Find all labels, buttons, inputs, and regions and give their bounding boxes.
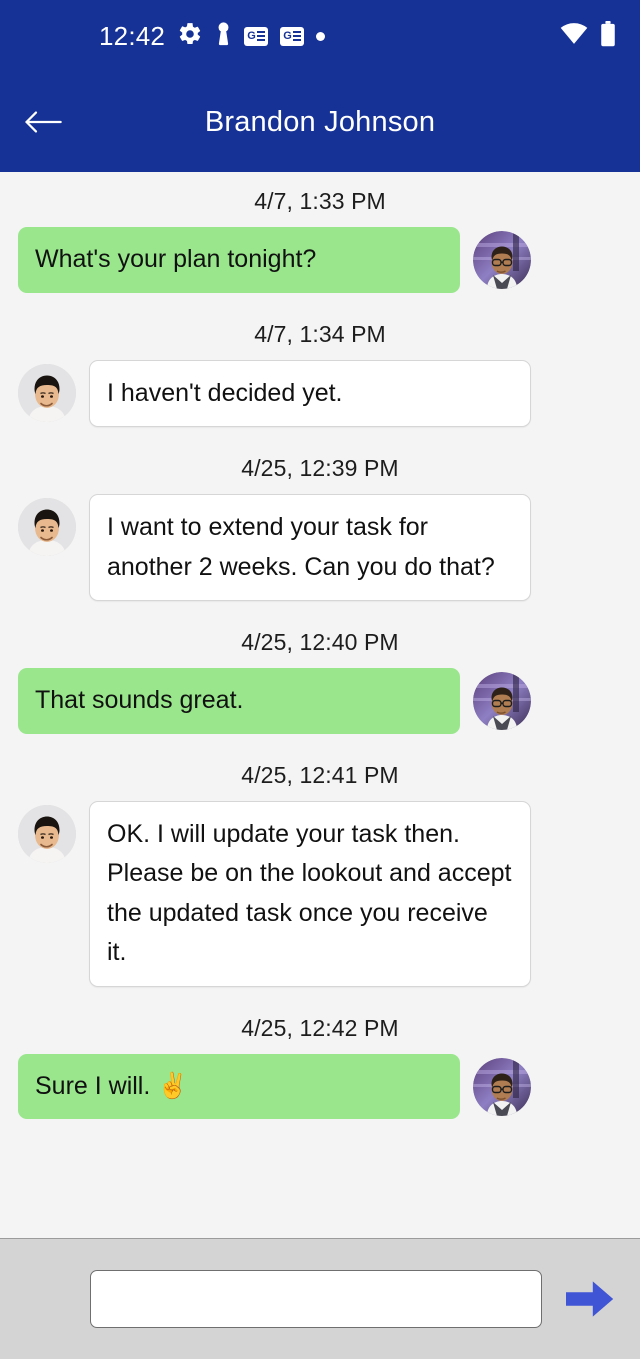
app-header: 12:42 G G Brandon Johnson bbox=[0, 0, 640, 172]
message-group: 4/25, 12:42 PM Sure I will. ✌ bbox=[0, 1014, 640, 1119]
dot-icon bbox=[316, 31, 326, 41]
message-bubble-received[interactable]: I want to extend your task for another 2… bbox=[89, 494, 531, 601]
google-news-icon-2: G bbox=[280, 26, 305, 46]
page-title: Brandon Johnson bbox=[204, 105, 436, 138]
avatar-contact-image bbox=[18, 804, 76, 863]
message-row-sent: Sure I will. ✌ bbox=[0, 1053, 640, 1119]
avatar-self-image bbox=[473, 1057, 531, 1116]
message-bubble-sent[interactable]: That sounds great. bbox=[18, 668, 460, 734]
message-timestamp: 4/7, 1:34 PM bbox=[254, 320, 386, 347]
avatar-self[interactable] bbox=[473, 672, 531, 730]
message-row-received: I haven't decided yet. bbox=[0, 359, 640, 427]
message-composer bbox=[0, 1238, 640, 1359]
message-group: 4/25, 12:39 PM I want to extend your tas… bbox=[0, 455, 640, 601]
keyhole-icon bbox=[215, 21, 232, 52]
back-button[interactable] bbox=[18, 97, 68, 147]
avatar-self[interactable] bbox=[473, 231, 531, 289]
message-group: 4/7, 1:33 PM What's your plan tonight? bbox=[0, 188, 640, 293]
status-time: 12:42 bbox=[99, 21, 166, 51]
status-bar: 12:42 G G bbox=[0, 0, 640, 72]
message-bubble-sent[interactable]: What's your plan tonight? bbox=[18, 227, 460, 293]
avatar-contact[interactable] bbox=[18, 363, 76, 422]
avatar-self-image bbox=[473, 672, 531, 730]
message-bubble-received[interactable]: OK. I will update your task then. Please… bbox=[89, 800, 531, 987]
avatar-self[interactable] bbox=[473, 1057, 531, 1116]
message-group: 4/25, 12:41 PM OK. I will update your ta… bbox=[0, 762, 640, 987]
message-group: 4/25, 12:40 PM That sounds great. bbox=[0, 629, 640, 734]
send-arrow-icon bbox=[566, 1281, 614, 1317]
avatar-contact[interactable] bbox=[18, 498, 76, 556]
message-bubble-sent[interactable]: Sure I will. ✌ bbox=[18, 1053, 460, 1119]
avatar-contact-image bbox=[18, 498, 76, 556]
message-row-received: OK. I will update your task then. Please… bbox=[0, 800, 640, 987]
status-bar-left: 12:42 G G bbox=[99, 21, 326, 52]
message-group: 4/7, 1:34 PM I haven't decided yet. bbox=[0, 320, 640, 427]
send-button[interactable] bbox=[564, 1273, 616, 1325]
avatar-contact[interactable] bbox=[18, 804, 76, 863]
avatar-self-image bbox=[473, 231, 531, 289]
gear-icon bbox=[177, 21, 203, 52]
avatar-contact-image bbox=[18, 363, 76, 422]
message-timestamp: 4/25, 12:41 PM bbox=[241, 761, 399, 788]
message-bubble-received[interactable]: I haven't decided yet. bbox=[89, 359, 531, 427]
app-bar: Brandon Johnson bbox=[0, 72, 640, 172]
message-timestamp: 4/25, 12:40 PM bbox=[241, 629, 399, 655]
message-timestamp: 4/25, 12:39 PM bbox=[241, 455, 399, 481]
battery-icon bbox=[600, 20, 616, 52]
message-input[interactable] bbox=[90, 1270, 542, 1328]
message-timestamp: 4/7, 1:33 PM bbox=[254, 188, 386, 214]
message-row-received: I want to extend your task for another 2… bbox=[0, 494, 640, 601]
wifi-icon bbox=[560, 22, 588, 50]
message-timestamp: 4/25, 12:42 PM bbox=[241, 1014, 399, 1041]
message-list[interactable]: 4/7, 1:33 PM What's your plan tonight? 4… bbox=[0, 172, 640, 1238]
back-arrow-icon bbox=[25, 111, 62, 133]
message-row-sent: What's your plan tonight? bbox=[0, 227, 640, 293]
message-row-sent: That sounds great. bbox=[0, 668, 640, 734]
status-bar-right bbox=[560, 20, 616, 52]
chat-screen: 12:42 G G Brandon Johnson 4/7, 1:33 PM W… bbox=[0, 0, 640, 1359]
google-news-icon: G bbox=[244, 26, 269, 46]
